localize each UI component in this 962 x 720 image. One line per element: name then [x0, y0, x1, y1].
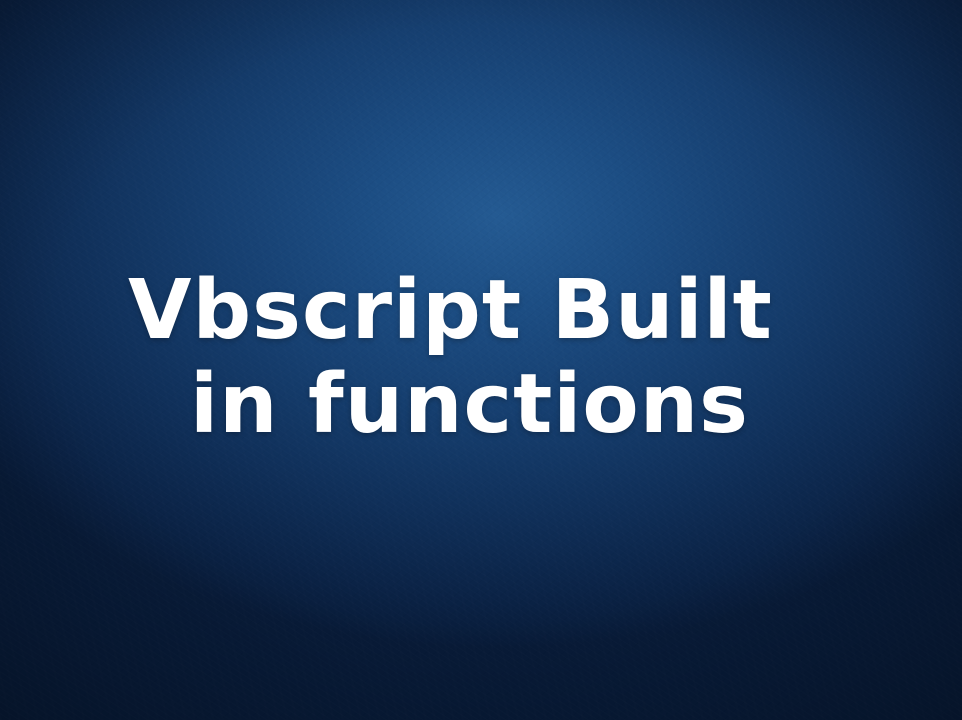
title-line-1: Vbscript Built: [128, 263, 773, 358]
title-card: Vbscript Built in functions: [0, 0, 962, 720]
title-line-2: in functions: [190, 357, 749, 452]
